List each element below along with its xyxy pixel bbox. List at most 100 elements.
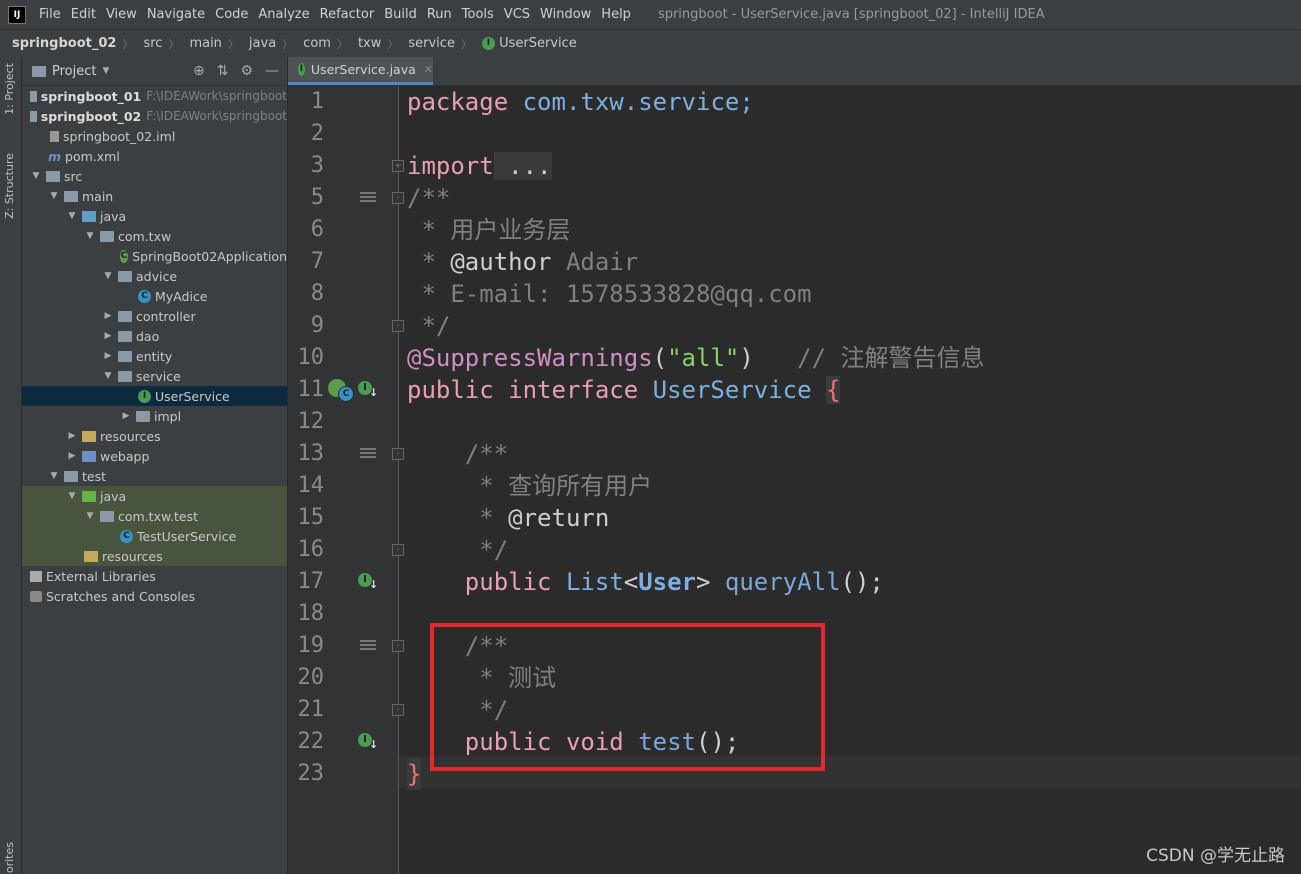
- code-line-10: @SuppressWarnings("all") // 注解警告信息: [407, 342, 985, 374]
- tree-item[interactable]: Scratches and Consoles: [22, 586, 287, 606]
- tree-item[interactable]: ▼ java: [22, 486, 287, 506]
- menu-run[interactable]: Run: [422, 7, 457, 22]
- crumb-com[interactable]: com: [293, 36, 333, 51]
- collapse-all-icon[interactable]: ⇅: [217, 63, 229, 79]
- close-icon[interactable]: ✕: [424, 63, 433, 76]
- minimize-icon[interactable]: —: [265, 63, 279, 79]
- tree-item[interactable]: springboot_01 F:\IDEAWork\springboot: [22, 86, 287, 106]
- package-icon: [118, 270, 132, 282]
- tree-item[interactable]: ▶ entity: [22, 346, 287, 366]
- crumb-project[interactable]: springboot_02: [0, 36, 118, 51]
- tree-item-path: F:\IDEAWork\springboot: [146, 89, 287, 103]
- tab-userservice-java[interactable]: I UserService.java ✕: [288, 57, 433, 85]
- package-name: com.txw.service;: [508, 88, 754, 116]
- tree-item[interactable]: ▶ resources: [22, 426, 287, 446]
- tree-item[interactable]: ▼ com.txw.test: [22, 506, 287, 526]
- rendered-doc-icon[interactable]: [356, 638, 376, 654]
- tree-item-selected[interactable]: I UserService: [22, 386, 287, 406]
- chevron-right-icon[interactable]: ▶: [120, 411, 132, 421]
- menu-analyze[interactable]: Analyze: [253, 7, 314, 22]
- menu-window[interactable]: Window: [535, 7, 596, 22]
- implemented-method-icon[interactable]: I: [358, 733, 378, 752]
- tree-item[interactable]: C MyAdice: [22, 286, 287, 306]
- chevron-down-icon[interactable]: ▼: [84, 231, 96, 241]
- tree-item[interactable]: springboot_02.iml: [22, 126, 287, 146]
- crumb-userservice[interactable]: I UserService: [472, 36, 579, 51]
- crumb-service[interactable]: service: [398, 36, 457, 51]
- folded-imports[interactable]: ...: [493, 152, 552, 180]
- tree-item[interactable]: C TestUserService: [22, 526, 287, 546]
- project-panel-title[interactable]: Project: [52, 64, 96, 79]
- crumb-src[interactable]: src: [133, 36, 164, 51]
- chevron-down-icon[interactable]: ▼: [102, 66, 109, 76]
- chevron-right-icon[interactable]: ▶: [102, 331, 114, 341]
- rendered-doc-icon[interactable]: [356, 190, 376, 206]
- resources-folder-icon: [82, 430, 96, 442]
- tree-item[interactable]: ▼ service: [22, 366, 287, 386]
- chevron-right-icon[interactable]: ▶: [66, 451, 78, 461]
- chevron-right-icon[interactable]: ▶: [66, 431, 78, 441]
- crumb-main[interactable]: main: [179, 36, 223, 51]
- tree-item[interactable]: m pom.xml: [22, 146, 287, 166]
- chevron-down-icon[interactable]: ▼: [66, 211, 78, 221]
- chevron-down-icon[interactable]: ▼: [48, 471, 60, 481]
- menu-edit[interactable]: Edit: [66, 7, 101, 22]
- tree-item-label: pom.xml: [65, 148, 120, 164]
- chevron-right-icon[interactable]: ▶: [102, 311, 114, 321]
- menu-navigate[interactable]: Navigate: [142, 7, 210, 22]
- menu-vcs[interactable]: VCS: [499, 7, 535, 22]
- menu-help[interactable]: Help: [596, 7, 636, 22]
- code-line-13: /**: [407, 440, 509, 468]
- chevron-down-icon[interactable]: ▼: [30, 171, 42, 181]
- chevron-down-icon[interactable]: ▼: [84, 511, 96, 521]
- tree-item[interactable]: ▶ controller: [22, 306, 287, 326]
- chevron-down-icon[interactable]: ▼: [48, 191, 60, 201]
- menu-tools[interactable]: Tools: [457, 7, 499, 22]
- tree-item[interactable]: ▼ advice: [22, 266, 287, 286]
- tree-item[interactable]: External Libraries: [22, 566, 287, 586]
- keyword: public: [407, 568, 552, 596]
- code-line-9: */: [407, 312, 451, 340]
- rendered-doc-icon[interactable]: [356, 446, 376, 462]
- tree-item[interactable]: ▶ webapp: [22, 446, 287, 466]
- tree-item[interactable]: ▼ java: [22, 206, 287, 226]
- tree-item-path: F:\IDEAWork\springboot: [146, 109, 287, 123]
- structure-tool-tab[interactable]: Z: Structure: [3, 153, 16, 219]
- web-folder-icon: [82, 450, 96, 462]
- menu-file[interactable]: File: [34, 7, 66, 22]
- menu-build[interactable]: Build: [379, 7, 422, 22]
- line-number: 5: [310, 185, 324, 210]
- chevron-down-icon[interactable]: ▼: [102, 271, 114, 281]
- class-icon: C: [338, 386, 354, 402]
- crumb-java[interactable]: java: [239, 36, 278, 51]
- implemented-method-icon[interactable]: I: [358, 573, 378, 592]
- tree-item[interactable]: ▼ com.txw: [22, 226, 287, 246]
- tree-item-label: MyAdice: [155, 288, 208, 304]
- tree-item[interactable]: ▼ main: [22, 186, 287, 206]
- chevron-down-icon[interactable]: ▼: [66, 491, 78, 501]
- tree-item[interactable]: C SpringBoot02Application: [22, 246, 287, 266]
- line-number: 3: [310, 153, 324, 178]
- tree-item[interactable]: ▶ dao: [22, 326, 287, 346]
- menu-bar: IJ File Edit View Navigate Code Analyze …: [0, 0, 1301, 29]
- line-number: 20: [297, 665, 325, 690]
- crumb-txw[interactable]: txw: [348, 36, 383, 51]
- chevron-right-icon[interactable]: ▶: [102, 351, 114, 361]
- menu-code[interactable]: Code: [210, 7, 253, 22]
- implemented-interface-icon[interactable]: I: [358, 381, 378, 400]
- tree-item-label: webapp: [100, 448, 150, 464]
- tree-item[interactable]: springboot_02 F:\IDEAWork\springboot: [22, 106, 287, 126]
- menu-refactor[interactable]: Refactor: [315, 7, 380, 22]
- locate-icon[interactable]: ⊕: [193, 63, 205, 79]
- tree-item[interactable]: ▶ impl: [22, 406, 287, 426]
- menu-view[interactable]: View: [101, 7, 142, 22]
- favorites-tool-tab[interactable]: orites: [3, 842, 16, 873]
- project-tree: springboot_01 F:\IDEAWork\springboot spri…: [22, 86, 287, 606]
- project-tool-tab[interactable]: 1: Project: [3, 63, 16, 115]
- tree-item[interactable]: ▼ src: [22, 166, 287, 186]
- gear-icon[interactable]: ⚙: [240, 63, 253, 79]
- tree-item[interactable]: ▼ test: [22, 466, 287, 486]
- tree-item[interactable]: resources: [22, 546, 287, 566]
- chevron-down-icon[interactable]: ▼: [102, 371, 114, 381]
- line-number: 15: [297, 505, 325, 530]
